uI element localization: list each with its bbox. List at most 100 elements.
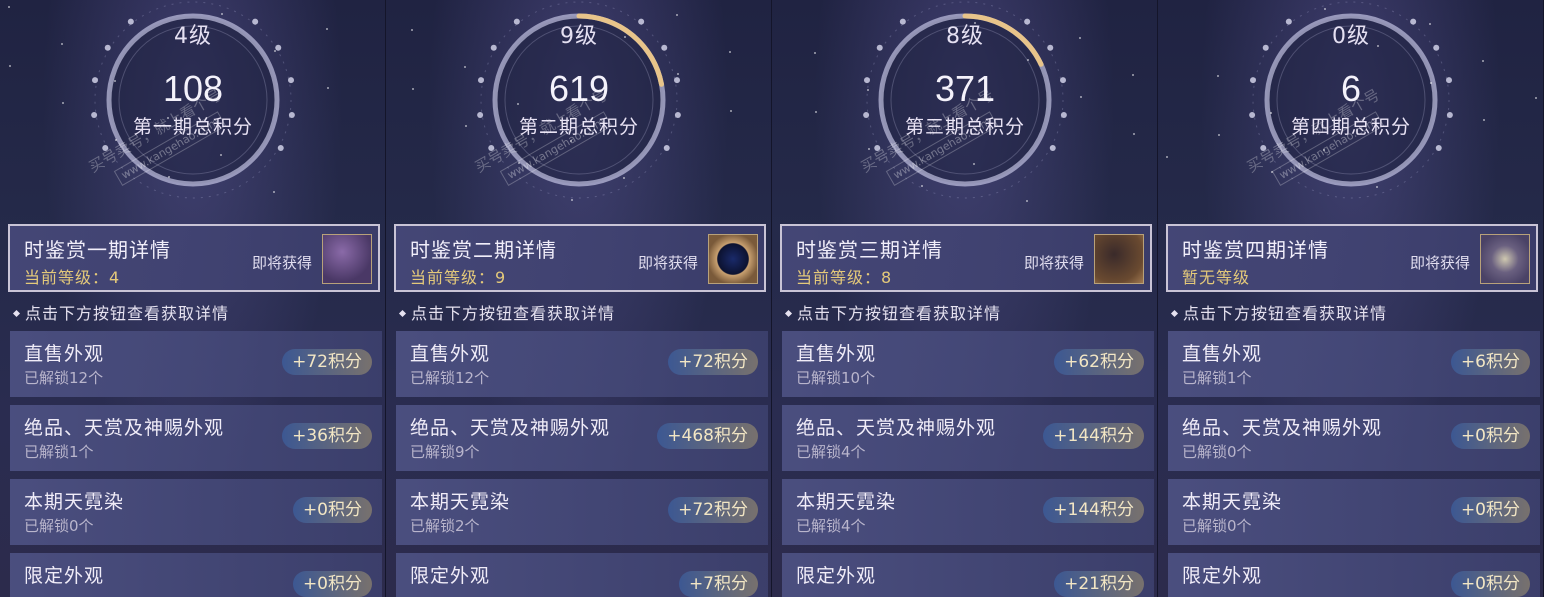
detail-level: 当前等级：8 <box>796 268 893 287</box>
points-badge: +36积分 <box>282 423 372 449</box>
star-decoration <box>974 22 976 24</box>
season-level: 9级 <box>560 24 598 49</box>
reward-thumbnail[interactable] <box>322 234 372 284</box>
category-row[interactable]: 直售外观 已解锁12个 +72积分 <box>396 331 768 397</box>
season-score-label: 第四期总积分 <box>1290 116 1411 138</box>
detail-level: 当前等级：4 <box>24 268 121 287</box>
season-score: 6 <box>1340 68 1362 109</box>
category-row[interactable]: 直售外观 已解锁12个 +72积分 <box>10 331 382 397</box>
points-badge: +468积分 <box>657 423 758 449</box>
star-decoration <box>412 88 414 90</box>
star-decoration <box>867 89 869 91</box>
score-ring: 8级 371 第三期总积分 <box>772 0 1157 220</box>
category-title: 本期天霓染 <box>410 491 511 513</box>
season-score-label: 第二期总积分 <box>518 116 639 138</box>
diamond-bullet-icon <box>12 309 21 318</box>
star-decoration <box>1323 149 1325 151</box>
category-row[interactable]: 本期天霓染已解锁2个 +72积分 <box>396 479 768 545</box>
category-title: 绝品、天赏及神赐外观 <box>796 417 997 439</box>
diamond-bullet-icon <box>398 309 407 318</box>
category-unlocked: 已解锁2个 <box>410 517 480 535</box>
category-row[interactable]: 绝品、天赏及神赐外观已解锁0个 +0积分 <box>1168 405 1540 471</box>
star-decoration <box>1080 96 1082 98</box>
star-decoration <box>1166 156 1168 158</box>
hint-text: 点击下方按钮查看获取详情 <box>398 300 615 324</box>
points-badge: +144积分 <box>1043 497 1144 523</box>
category-row[interactable]: 直售外观 已解锁10个 +62积分 <box>782 331 1154 397</box>
category-row[interactable]: 绝品、天赏及神赐外观 已解锁4个 +144积分 <box>782 405 1154 471</box>
category-row[interactable]: 限定外观 +21积分 <box>782 553 1154 597</box>
detail-level: 暂无等级 <box>1182 268 1251 287</box>
star-decoration <box>921 185 923 187</box>
star-decoration <box>62 102 64 104</box>
hint-text: 点击下方按钮查看获取详情 <box>1170 300 1387 324</box>
hint-label: 点击下方按钮查看获取详情 <box>25 304 230 323</box>
star-decoration <box>1027 59 1029 61</box>
star-decoration <box>61 43 63 45</box>
points-badge: +72积分 <box>668 497 758 523</box>
star-decoration <box>326 28 328 30</box>
star-decoration <box>273 191 275 193</box>
category-row[interactable]: 绝品、天赏及神赐外观 已解锁1个 +36积分 <box>10 405 382 471</box>
star-decoration <box>464 66 466 68</box>
category-unlocked: 已解锁12个 <box>24 369 104 387</box>
star-decoration <box>1483 119 1485 121</box>
category-unlocked: 已解锁9个 <box>410 443 480 461</box>
moon-phase-dot <box>488 144 495 151</box>
star-decoration <box>1377 45 1379 47</box>
season-detail-card[interactable]: 时鉴赏二期详情 当前等级：9 即将获得 <box>394 224 766 292</box>
hint-label: 点击下方按钮查看获取详情 <box>411 304 616 323</box>
star-decoration <box>327 87 329 89</box>
season-score-label: 第三期总积分 <box>904 116 1025 138</box>
moon-phase-dot <box>874 144 881 151</box>
moon-phase-dot <box>1435 144 1442 151</box>
category-unlocked: 已解锁0个 <box>24 517 94 535</box>
points-badge: +62积分 <box>1054 349 1144 375</box>
diamond-bullet-icon <box>784 309 793 318</box>
category-row[interactable]: 限定外观 +7积分 <box>396 553 768 597</box>
moon-phase-dot <box>663 144 670 151</box>
season-level: 4级 <box>174 24 212 49</box>
star-decoration <box>676 14 678 16</box>
reward-thumbnail[interactable] <box>1480 234 1530 284</box>
star-decoration <box>220 154 222 156</box>
detail-title: 时鉴赏一期详情 <box>24 238 171 262</box>
star-decoration <box>1271 171 1273 173</box>
category-row[interactable]: 限定外观 +0积分 <box>10 553 382 597</box>
category-row[interactable]: 绝品、天赏及神赐外观 已解锁9个 +468积分 <box>396 405 768 471</box>
star-decoration <box>168 176 170 178</box>
season-level: 0级 <box>1332 24 1370 49</box>
star-decoration <box>571 199 573 201</box>
reward-thumbnail[interactable] <box>708 234 758 284</box>
season-detail-card[interactable]: 时鉴赏三期详情 当前等级：8 即将获得 <box>780 224 1152 292</box>
category-row[interactable]: 本期天霓染 已解锁4个 +144积分 <box>782 479 1154 545</box>
star-decoration <box>1079 37 1081 39</box>
category-row[interactable]: 限定外观 +0积分 <box>1168 553 1540 597</box>
detail-title: 时鉴赏四期详情 <box>1182 238 1329 262</box>
season-score: 371 <box>934 68 996 109</box>
star-decoration <box>920 126 922 128</box>
detail-title: 时鉴赏三期详情 <box>796 238 943 262</box>
season-panels: 4级 108 第一期总积分 买号卖号，就上看个号 www.kangehao.co… <box>0 0 1544 597</box>
moon-phase-dot <box>1049 144 1056 151</box>
points-badge: +6积分 <box>1450 349 1530 375</box>
category-title: 直售外观 <box>410 343 491 365</box>
category-row[interactable]: 直售外观 已解锁1个 +6积分 <box>1168 331 1540 397</box>
category-title: 限定外观 <box>410 565 491 587</box>
category-title: 绝品、天赏及神赐外观 <box>1182 417 1383 439</box>
category-title: 绝品、天赏及神赐外观 <box>24 417 225 439</box>
star-decoration <box>1270 112 1272 114</box>
season-detail-card[interactable]: 时鉴赏一期详情 当前等级：4 即将获得 <box>8 224 380 292</box>
star-decoration <box>677 73 679 75</box>
season-panel-2: 9级 619 第二期总积分 买号卖号，就上看个号 www.kangehao.co… <box>386 0 772 597</box>
moon-phase-dot <box>102 144 109 151</box>
star-decoration <box>1535 97 1537 99</box>
season-score: 619 <box>548 68 610 109</box>
season-detail-card[interactable]: 时鉴赏四期详情 暂无等级 即将获得 <box>1166 224 1538 292</box>
reward-label: 即将获得 <box>1409 254 1470 272</box>
category-row[interactable]: 本期天霓染 已解锁0个 +0积分 <box>1168 479 1540 545</box>
points-badge: +0积分 <box>1450 423 1530 449</box>
reward-thumbnail[interactable] <box>1094 234 1144 284</box>
category-unlocked: 已解锁0个 <box>1182 443 1252 461</box>
category-row[interactable]: 本期天霓染 已解锁0个 +0积分 <box>10 479 382 545</box>
